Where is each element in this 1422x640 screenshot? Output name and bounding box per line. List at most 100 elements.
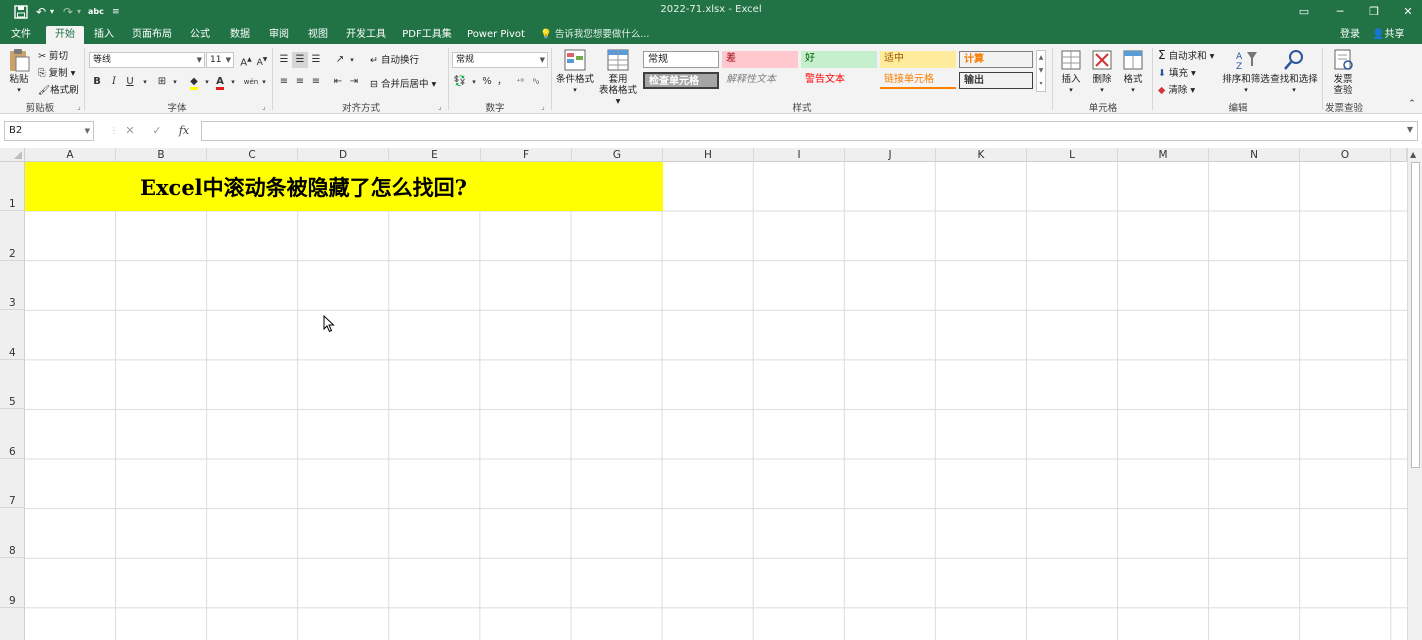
cell-grid[interactable] [25,162,1407,640]
number-launcher-icon[interactable]: ⌟ [541,102,545,111]
collapse-ribbon-icon[interactable]: ⌃ [1404,96,1420,112]
column-header-p-partial[interactable] [1391,148,1407,162]
customize-qat-icon[interactable]: ≡ [112,3,120,21]
select-all-button[interactable] [0,148,25,162]
name-box[interactable]: B2 ▼ [4,121,94,141]
merge-center-button[interactable]: ⊟ 合并后居中 ▾ [370,76,436,90]
orientation-dropdown-icon[interactable]: ▾ [344,52,360,68]
row-header-6[interactable]: 6 [0,409,25,459]
row-header-1[interactable]: 1 [0,162,25,211]
cut-button[interactable]: ✂ 剪切 [38,48,68,62]
close-icon[interactable]: ✕ [1396,2,1420,22]
borders-dropdown-icon[interactable]: ▾ [167,74,183,90]
undo-icon[interactable]: ↶ [36,3,46,21]
expand-formula-icon[interactable]: ▼ [1407,125,1413,134]
column-header-i[interactable]: I [754,148,845,162]
column-header-m[interactable]: M [1118,148,1209,162]
clear-button[interactable]: ◆ 清除 ▾ [1158,82,1195,96]
align-bottom-icon[interactable]: ☰ [308,52,324,68]
number-format-select[interactable]: 常规 ▼ [452,52,548,68]
tab-insert[interactable]: 插入 [88,26,120,44]
conditional-format-button[interactable]: 条件格式 ▾ [554,48,596,96]
tab-home[interactable]: 开始 [46,26,84,44]
format-as-table-button[interactable]: 套用 表格格式 ▾ [596,48,640,107]
tab-data[interactable]: 数据 [224,26,256,44]
column-header-j[interactable]: J [845,148,936,162]
column-header-n[interactable]: N [1209,148,1300,162]
paste-dropdown-icon[interactable]: ▾ [6,85,32,96]
underline-button[interactable]: U [122,74,138,90]
bold-button[interactable]: B [89,74,105,90]
format-painter-button[interactable]: 🖌格式刷 [38,82,79,96]
tab-review[interactable]: 审阅 [263,26,295,44]
tab-pdf-tools[interactable]: PDF工具集 [398,26,456,44]
row-header-4[interactable]: 4 [0,310,25,360]
comma-button[interactable]: ， [494,74,510,90]
styles-scroll[interactable]: ▲ ▼ ▾ [1036,50,1046,92]
tab-formulas[interactable]: 公式 [184,26,216,44]
grow-font-button[interactable]: A▲ [238,52,254,68]
style-normal[interactable]: 常规 [643,51,719,68]
ribbon-display-icon[interactable]: ▭ [1292,2,1316,22]
font-launcher-icon[interactable]: ⌟ [262,102,266,111]
column-header-g[interactable]: G [572,148,663,162]
column-header-e[interactable]: E [389,148,481,162]
delete-cells-button[interactable]: 删除 ▾ [1087,48,1117,96]
style-good[interactable]: 好 [801,51,877,68]
decrease-decimal-icon[interactable]: ⁰₀ [528,74,544,90]
insert-cells-button[interactable]: 插入 ▾ [1056,48,1086,96]
align-right-icon[interactable]: ≡ [308,74,324,90]
formula-input[interactable]: ▼ [201,121,1418,141]
style-linked-cell[interactable]: 链接单元格 [880,72,956,89]
enter-icon[interactable]: ✓ [147,122,167,140]
font-size-select[interactable]: 11 ▼ [206,52,234,68]
login-link[interactable]: 登录 [1340,26,1360,44]
row-header-9[interactable]: 9 [0,558,25,608]
phonetic-dropdown-icon[interactable]: ▾ [256,74,272,90]
undo-dropdown-icon[interactable]: ▾ [50,3,54,21]
style-explanatory[interactable]: 解释性文本 [722,72,798,89]
redo-dropdown-icon[interactable]: ▾ [77,3,81,21]
style-neutral[interactable]: 适中 [880,51,956,68]
column-header-h[interactable]: H [663,148,754,162]
scrollbar-thumb[interactable] [1411,162,1420,468]
alignment-launcher-icon[interactable]: ⌟ [438,102,442,111]
align-top-icon[interactable]: ☰ [276,52,292,68]
copy-button[interactable]: ⎘ 复制 ▾ [38,65,75,79]
fill-button[interactable]: ⬇ 填充 ▾ [1158,65,1196,79]
wrap-text-button[interactable]: ↵ 自动换行 [370,52,419,66]
align-middle-icon[interactable]: ☰ [292,52,308,68]
row-header-8[interactable]: 8 [0,508,25,558]
invoice-check-button[interactable]: 发票 查验 [1326,48,1360,96]
align-center-icon[interactable]: ≡ [292,74,308,90]
save-icon[interactable] [14,3,28,21]
shrink-font-button[interactable]: A▼ [254,52,270,68]
paste-button[interactable]: 粘贴 ▾ [6,48,32,96]
increase-indent-icon[interactable]: ⇥ [346,74,362,90]
tab-file[interactable]: 文件 [4,26,38,44]
tab-view[interactable]: 视图 [302,26,334,44]
percent-button[interactable]: % [479,74,495,90]
find-select-button[interactable]: 查找和选择 ▾ [1270,48,1318,96]
column-header-b[interactable]: B [116,148,207,162]
column-header-d[interactable]: D [298,148,389,162]
column-header-c[interactable]: C [207,148,298,162]
row-header-5[interactable]: 5 [0,360,25,409]
font-color-dropdown-icon[interactable]: ▾ [225,74,241,90]
cancel-icon[interactable]: ✕ [120,122,140,140]
style-calculation[interactable]: 计算 [959,51,1033,68]
cell-a1-merged[interactable]: Excel中滚动条被隐藏了怎么找回? [25,162,663,211]
tab-page-layout[interactable]: 页面布局 [128,26,176,44]
style-bad[interactable]: 差 [722,51,798,68]
autosum-button[interactable]: Σ 自动求和 ▾ [1158,48,1214,62]
restore-icon[interactable]: ❐ [1362,2,1386,22]
row-header-7[interactable]: 7 [0,459,25,508]
minimize-icon[interactable]: ─ [1328,2,1352,22]
font-name-select[interactable]: 等线 ▼ [89,52,205,68]
column-header-o[interactable]: O [1300,148,1391,162]
style-check-cell[interactable]: 检查单元格 [643,72,719,89]
row-header-2[interactable]: 2 [0,211,25,261]
column-header-f[interactable]: F [481,148,572,162]
spelling-button[interactable]: abc [88,3,104,21]
style-warning[interactable]: 警告文本 [801,72,877,89]
